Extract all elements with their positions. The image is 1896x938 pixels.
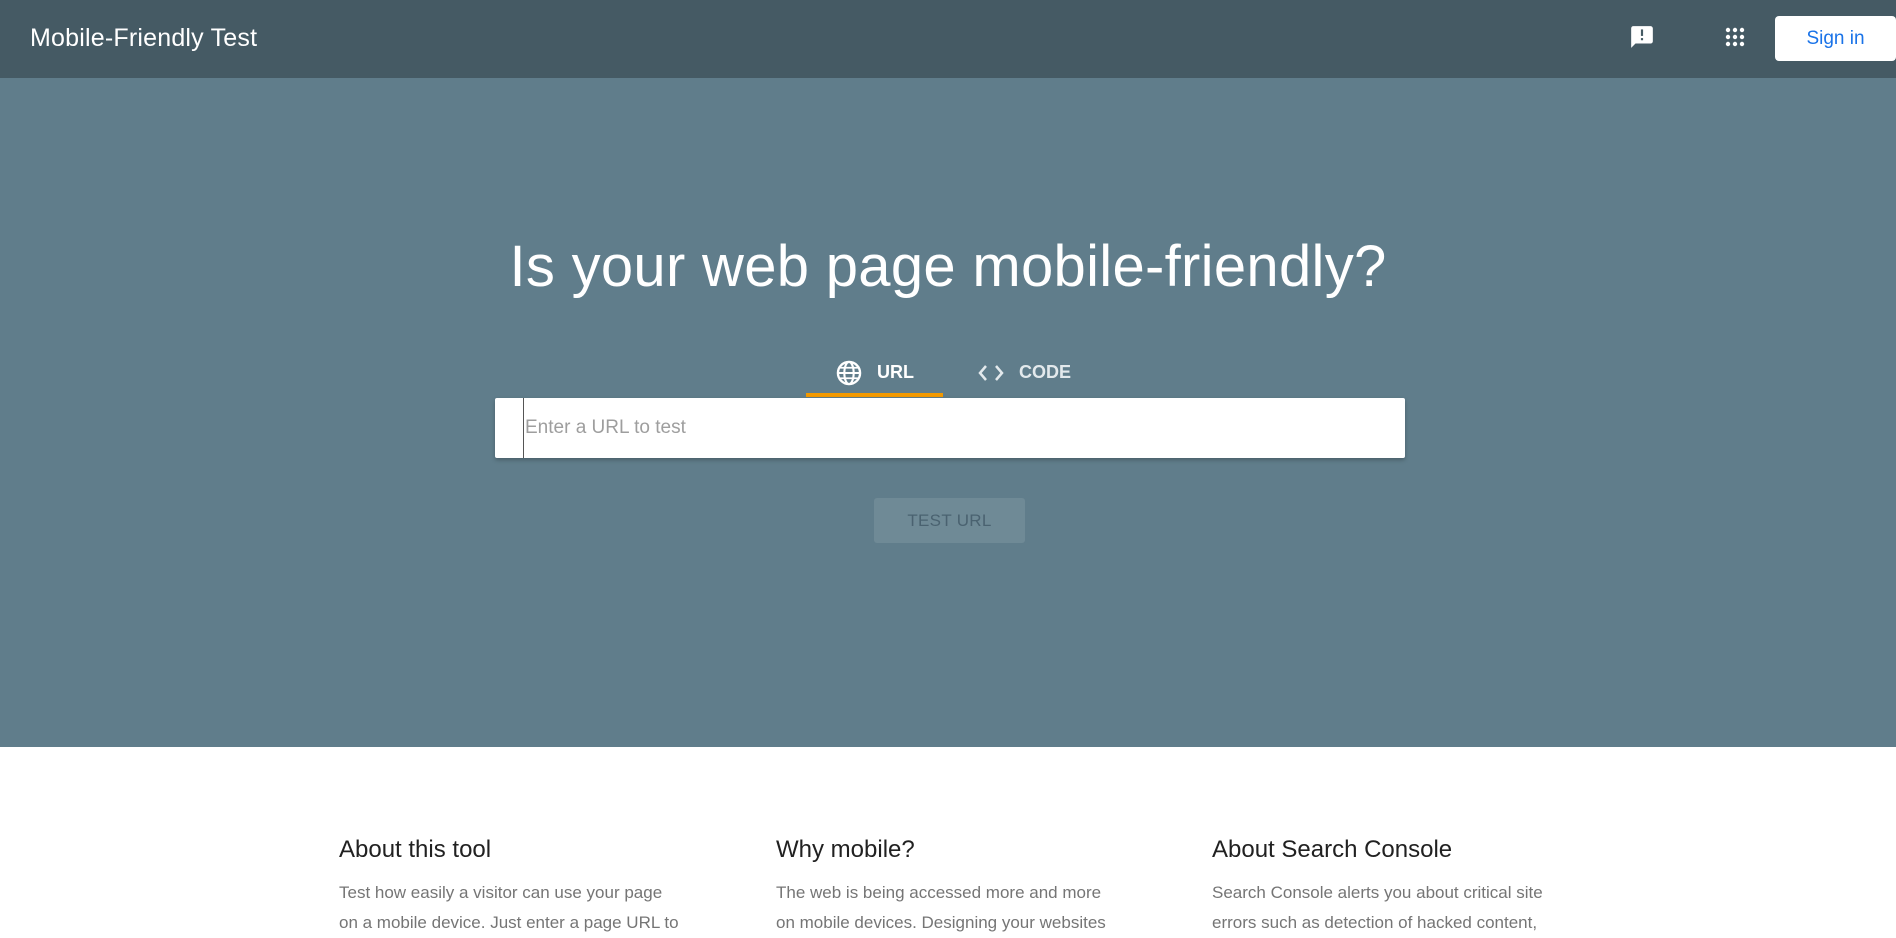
tab-code[interactable]: CODE <box>956 348 1092 397</box>
info-text: Search Console alerts you about critical… <box>1212 878 1572 938</box>
tab-code-label: CODE <box>1018 362 1071 382</box>
info-line: Search Console alerts you about critical… <box>1212 883 1543 902</box>
feedback-button[interactable] <box>1622 19 1662 59</box>
app-title[interactable]: Mobile-Friendly Test <box>30 24 257 53</box>
apps-button[interactable] <box>1715 19 1755 59</box>
feedback-icon <box>1629 24 1655 55</box>
globe-icon <box>835 359 863 387</box>
code-icon <box>977 362 1005 384</box>
info-text: Test how easily a visitor can use your p… <box>339 878 699 938</box>
tab-url-label: URL <box>877 362 914 382</box>
url-input[interactable] <box>523 398 1383 458</box>
top-app-bar: Mobile-Friendly Test Sign in <box>0 0 1896 78</box>
info-heading: About Search Console <box>1212 836 1453 863</box>
info-line: on mobile devices. Designing your websit… <box>776 913 1106 932</box>
tab-url[interactable]: URL <box>806 348 943 397</box>
info-about-tool: About this tool Test how easily a visito… <box>339 836 699 938</box>
info-line: on a mobile device. Just enter a page UR… <box>339 913 679 932</box>
info-search-console: About Search Console Search Console aler… <box>1212 836 1572 938</box>
info-line: errors such as detection of hacked conte… <box>1212 913 1538 932</box>
page-title: Is your web page mobile-friendly? <box>509 234 1387 299</box>
info-heading: About this tool <box>339 836 492 863</box>
test-url-button[interactable]: TEST URL <box>874 498 1025 543</box>
apps-grid-icon <box>1723 25 1747 54</box>
sign-in-button[interactable]: Sign in <box>1775 16 1896 61</box>
url-input-container <box>495 398 1405 458</box>
info-heading: Why mobile? <box>776 836 915 863</box>
info-line: Test how easily a visitor can use your p… <box>339 883 663 902</box>
info-line: The web is being accessed more and more <box>776 883 1102 902</box>
info-text: The web is being accessed more and more … <box>776 878 1136 938</box>
info-why-mobile: Why mobile? The web is being accessed mo… <box>776 836 1136 938</box>
